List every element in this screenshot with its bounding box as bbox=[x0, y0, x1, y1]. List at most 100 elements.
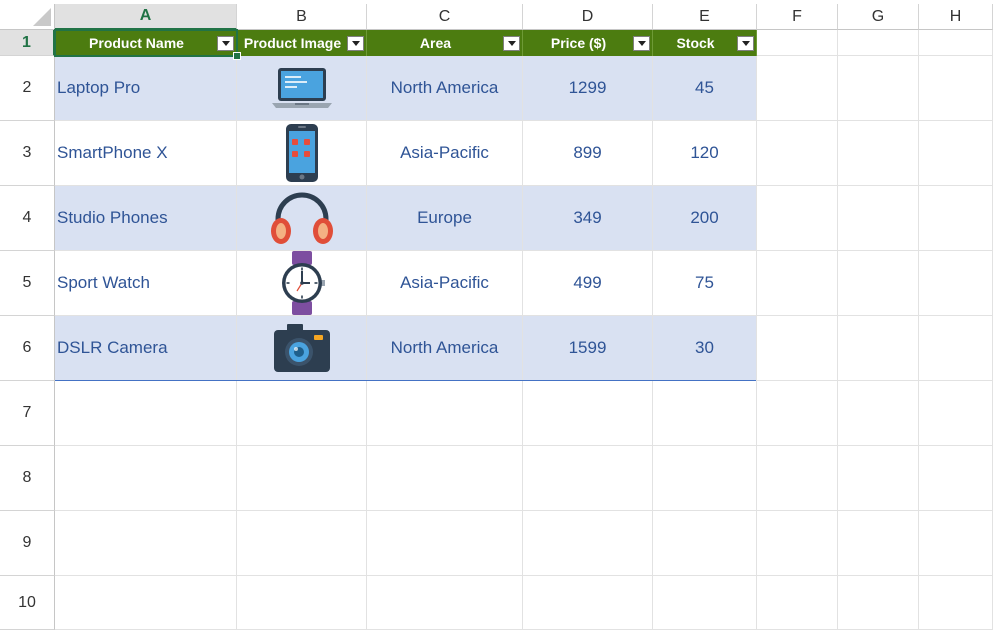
cell-product-image[interactable] bbox=[237, 186, 367, 251]
empty-cell[interactable] bbox=[55, 446, 237, 511]
cell-product-name[interactable]: Laptop Pro bbox=[55, 56, 237, 121]
empty-cell[interactable] bbox=[757, 446, 838, 511]
column-header-a[interactable]: A bbox=[55, 4, 237, 30]
empty-cell[interactable] bbox=[838, 576, 919, 630]
empty-cell[interactable] bbox=[838, 56, 919, 121]
cell-price[interactable]: 349 bbox=[523, 186, 653, 251]
row-header-7[interactable]: 7 bbox=[0, 381, 55, 446]
filter-dropdown-icon[interactable] bbox=[347, 36, 364, 51]
empty-cell[interactable] bbox=[757, 121, 838, 186]
column-header-g[interactable]: G bbox=[838, 4, 919, 30]
filter-dropdown-icon[interactable] bbox=[737, 36, 754, 51]
empty-cell[interactable] bbox=[838, 446, 919, 511]
empty-cell[interactable] bbox=[919, 446, 993, 511]
table-header-price[interactable]: Price ($) bbox=[523, 30, 653, 56]
empty-cell[interactable] bbox=[838, 186, 919, 251]
filter-dropdown-icon[interactable] bbox=[217, 36, 234, 51]
empty-cell[interactable] bbox=[838, 381, 919, 446]
empty-cell[interactable] bbox=[757, 381, 838, 446]
empty-cell[interactable] bbox=[757, 576, 838, 630]
row-header-4[interactable]: 4 bbox=[0, 186, 55, 251]
empty-cell[interactable] bbox=[653, 381, 757, 446]
cell-area[interactable]: Asia-Pacific bbox=[367, 251, 523, 316]
cell-product-image[interactable] bbox=[237, 316, 367, 381]
cell-product-image[interactable] bbox=[237, 251, 367, 316]
cell-stock[interactable]: 120 bbox=[653, 121, 757, 186]
row-header-6[interactable]: 6 bbox=[0, 316, 55, 381]
cell-area[interactable]: Europe bbox=[367, 186, 523, 251]
table-header-stock[interactable]: Stock bbox=[653, 30, 757, 56]
cell-stock[interactable]: 200 bbox=[653, 186, 757, 251]
row-header-9[interactable]: 9 bbox=[0, 511, 55, 576]
cell-stock[interactable]: 45 bbox=[653, 56, 757, 121]
cell-product-name[interactable]: Studio Phones bbox=[55, 186, 237, 251]
empty-cell[interactable] bbox=[55, 576, 237, 630]
cell-g1[interactable] bbox=[838, 30, 919, 56]
cell-stock[interactable]: 30 bbox=[653, 316, 757, 381]
cell-stock[interactable]: 75 bbox=[653, 251, 757, 316]
cell-h1[interactable] bbox=[919, 30, 993, 56]
empty-cell[interactable] bbox=[237, 576, 367, 630]
empty-cell[interactable] bbox=[55, 511, 237, 576]
column-header-b[interactable]: B bbox=[237, 4, 367, 30]
empty-cell[interactable] bbox=[919, 121, 993, 186]
column-header-e[interactable]: E bbox=[653, 4, 757, 30]
cell-price[interactable]: 499 bbox=[523, 251, 653, 316]
empty-cell[interactable] bbox=[919, 56, 993, 121]
cell-price[interactable]: 899 bbox=[523, 121, 653, 186]
empty-cell[interactable] bbox=[653, 576, 757, 630]
cell-area[interactable]: North America bbox=[367, 316, 523, 381]
empty-cell[interactable] bbox=[838, 316, 919, 381]
empty-cell[interactable] bbox=[237, 511, 367, 576]
column-header-c[interactable]: C bbox=[367, 4, 523, 30]
cell-area[interactable]: North America bbox=[367, 56, 523, 121]
empty-cell[interactable] bbox=[838, 511, 919, 576]
empty-cell[interactable] bbox=[55, 381, 237, 446]
spreadsheet-grid[interactable]: A B C D E F G H 1 2 3 4 5 6 7 8 9 10 Pro… bbox=[0, 0, 993, 630]
empty-cell[interactable] bbox=[237, 381, 367, 446]
empty-cell[interactable] bbox=[367, 446, 523, 511]
column-header-h[interactable]: H bbox=[919, 4, 993, 30]
filter-dropdown-icon[interactable] bbox=[503, 36, 520, 51]
empty-cell[interactable] bbox=[523, 381, 653, 446]
empty-cell[interactable] bbox=[757, 511, 838, 576]
empty-cell[interactable] bbox=[919, 381, 993, 446]
cell-product-name[interactable]: Sport Watch bbox=[55, 251, 237, 316]
table-header-product-name[interactable]: Product Name bbox=[55, 30, 237, 56]
empty-cell[interactable] bbox=[919, 511, 993, 576]
cell-product-name[interactable]: DSLR Camera bbox=[55, 316, 237, 381]
column-header-d[interactable]: D bbox=[523, 4, 653, 30]
row-header-1[interactable]: 1 bbox=[0, 30, 55, 56]
cell-product-image[interactable] bbox=[237, 56, 367, 121]
cell-area[interactable]: Asia-Pacific bbox=[367, 121, 523, 186]
cell-price[interactable]: 1299 bbox=[523, 56, 653, 121]
empty-cell[interactable] bbox=[237, 446, 367, 511]
column-header-f[interactable]: F bbox=[757, 4, 838, 30]
empty-cell[interactable] bbox=[757, 316, 838, 381]
empty-cell[interactable] bbox=[523, 511, 653, 576]
row-header-8[interactable]: 8 bbox=[0, 446, 55, 511]
cell-product-image[interactable] bbox=[237, 121, 367, 186]
fill-handle[interactable] bbox=[233, 52, 241, 60]
filter-dropdown-icon[interactable] bbox=[633, 36, 650, 51]
table-header-product-image[interactable]: Product Image bbox=[237, 30, 367, 56]
table-header-area[interactable]: Area bbox=[367, 30, 523, 56]
empty-cell[interactable] bbox=[838, 251, 919, 316]
empty-cell[interactable] bbox=[523, 576, 653, 630]
empty-cell[interactable] bbox=[919, 186, 993, 251]
empty-cell[interactable] bbox=[367, 511, 523, 576]
empty-cell[interactable] bbox=[757, 251, 838, 316]
empty-cell[interactable] bbox=[919, 576, 993, 630]
empty-cell[interactable] bbox=[757, 56, 838, 121]
cell-product-name[interactable]: SmartPhone X bbox=[55, 121, 237, 186]
row-header-2[interactable]: 2 bbox=[0, 56, 55, 121]
select-all-corner[interactable] bbox=[0, 4, 55, 30]
empty-cell[interactable] bbox=[653, 446, 757, 511]
row-header-5[interactable]: 5 bbox=[0, 251, 55, 316]
empty-cell[interactable] bbox=[838, 121, 919, 186]
empty-cell[interactable] bbox=[523, 446, 653, 511]
row-header-10[interactable]: 10 bbox=[0, 576, 55, 630]
empty-cell[interactable] bbox=[919, 316, 993, 381]
empty-cell[interactable] bbox=[653, 511, 757, 576]
row-header-3[interactable]: 3 bbox=[0, 121, 55, 186]
